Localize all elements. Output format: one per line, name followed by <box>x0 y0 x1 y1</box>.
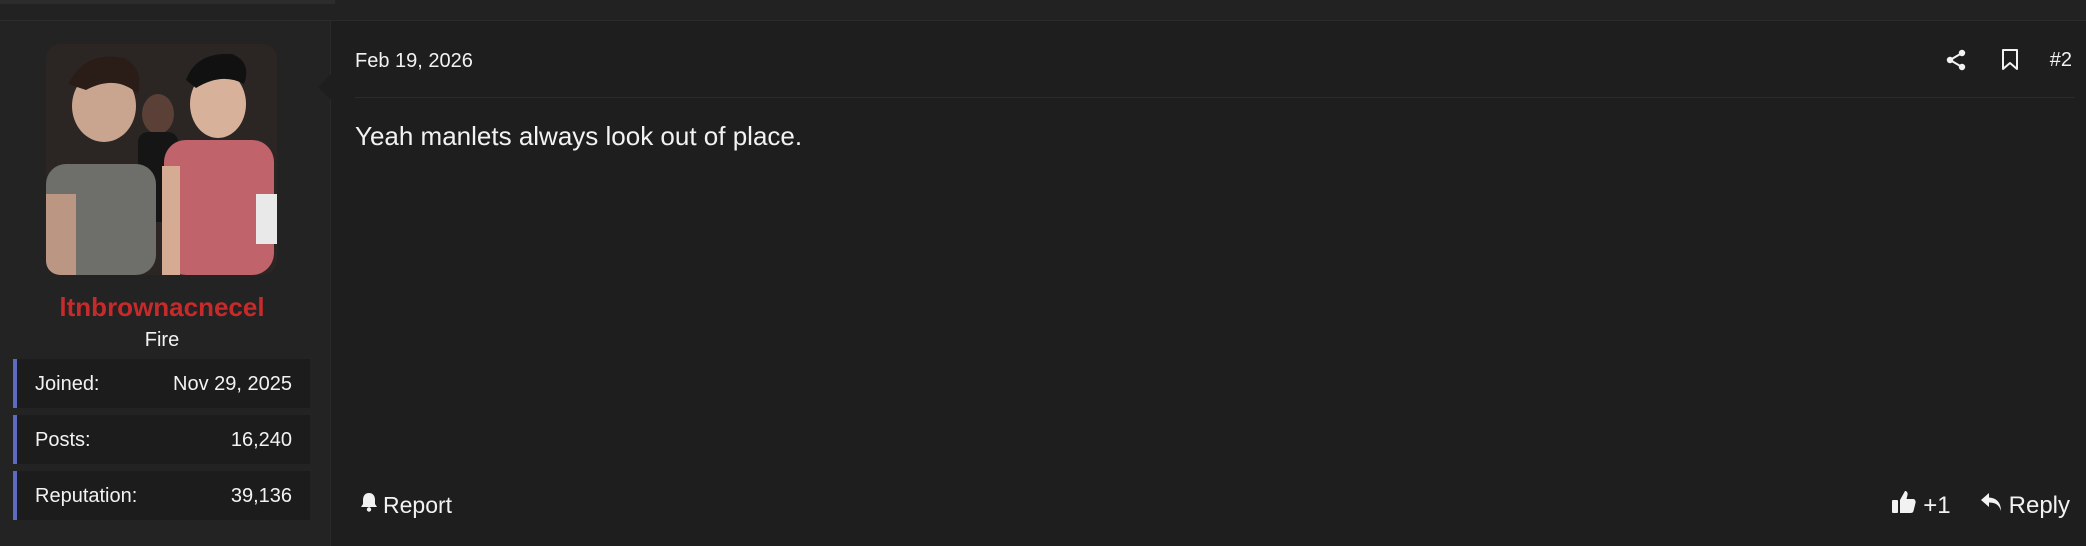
post-footer-actions: +1 Reply <box>1891 489 2070 522</box>
like-button[interactable]: +1 <box>1891 489 1951 522</box>
avatar-photo <box>46 44 277 275</box>
post-header-actions: #2 <box>1942 45 2072 75</box>
thumbs-up-icon <box>1891 489 1917 522</box>
username[interactable]: ltnbrownacnecel <box>0 292 324 323</box>
stat-value: Nov 29, 2025 <box>173 373 292 395</box>
top-divider <box>0 0 2086 21</box>
header-divider <box>355 97 2075 98</box>
avatar[interactable] <box>46 44 277 275</box>
reply-label: Reply <box>2008 491 2070 519</box>
post-content: Feb 19, 2026 #2 Yeah manlets always look… <box>331 21 2086 546</box>
post-message: Yeah manlets always look out of place. <box>355 121 803 151</box>
stat-value: 39,136 <box>230 485 292 507</box>
bell-icon <box>359 491 379 519</box>
report-button[interactable]: Report <box>359 491 452 519</box>
bookmark-icon[interactable] <box>1996 45 2024 75</box>
post-date[interactable]: Feb 19, 2026 <box>355 50 473 73</box>
stat-posts: Posts: 16,240 <box>13 415 310 464</box>
forum-post: ltnbrownacnecel Fire Joined: Nov 29, 202… <box>0 21 2086 546</box>
user-info-panel: ltnbrownacnecel Fire Joined: Nov 29, 202… <box>0 21 331 546</box>
user-title: Fire <box>144 329 180 351</box>
stat-value: 16,240 <box>230 429 292 451</box>
share-icon[interactable] <box>1942 45 1970 75</box>
stat-label: Posts: <box>35 429 91 451</box>
stat-label: Joined: <box>35 373 100 395</box>
reply-arrow-icon <box>1979 490 2003 521</box>
like-count: +1 <box>1923 491 1951 519</box>
post-number-link[interactable]: #2 <box>2050 49 2072 72</box>
stat-joined: Joined: Nov 29, 2025 <box>13 359 310 408</box>
user-panel-arrow <box>318 73 332 101</box>
top-accent <box>0 0 335 4</box>
report-label: Report <box>383 491 453 518</box>
reply-button[interactable]: Reply <box>1979 490 2070 521</box>
stat-reputation: Reputation: 39,136 <box>13 471 310 520</box>
stat-label: Reputation: <box>35 485 138 507</box>
